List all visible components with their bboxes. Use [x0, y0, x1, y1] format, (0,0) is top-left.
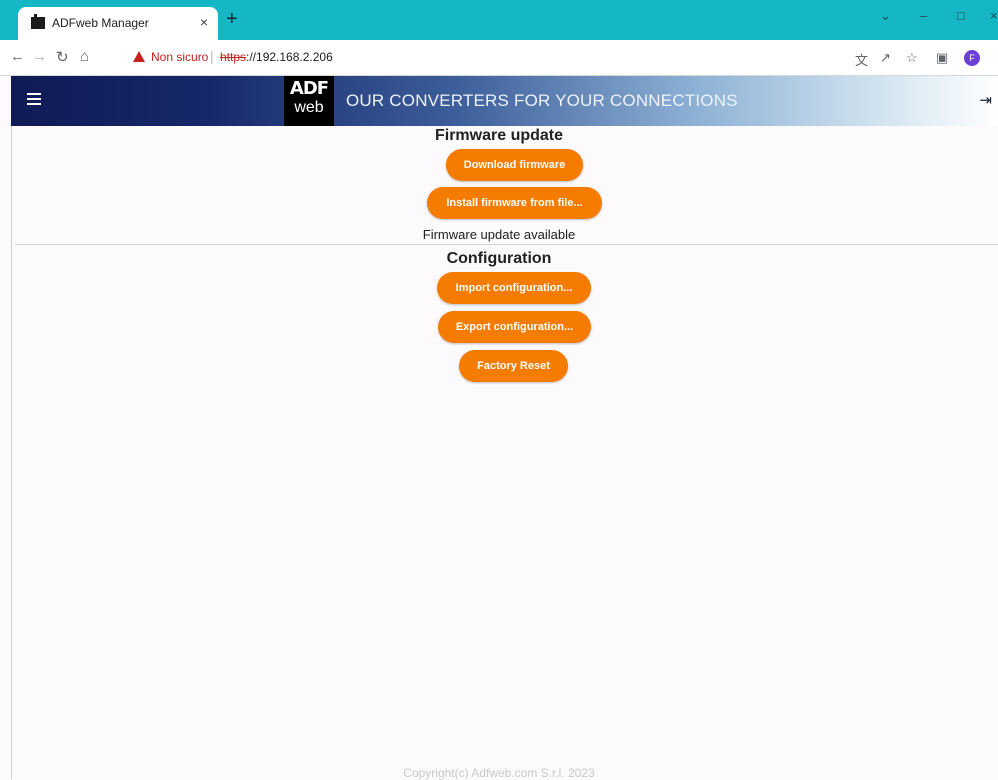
browser-tab[interactable]: ADFweb Manager × [18, 7, 218, 40]
translate-icon[interactable]: 文 [855, 50, 868, 69]
configuration-section-title: Configuration [446, 250, 552, 267]
section-divider [15, 244, 998, 245]
url-scheme: https [220, 50, 247, 64]
home-icon[interactable]: ⌂ [80, 48, 89, 65]
logo-bottom-text: web [294, 99, 324, 116]
header-tagline: OUR CONVERTERS FOR YOUR CONNECTIONS [346, 91, 738, 110]
firmware-section-title: Firmware update [434, 127, 564, 144]
tab-search-chevron-icon[interactable]: ⌄ [880, 8, 891, 24]
warning-icon[interactable] [133, 51, 145, 62]
close-window-icon[interactable]: × [990, 8, 998, 23]
share-icon[interactable]: ↗ [880, 50, 891, 66]
tab-close-icon[interactable]: × [200, 14, 208, 30]
app-header: ADF web OUR CONVERTERS FOR YOUR CONNECTI… [11, 76, 998, 126]
new-tab-button[interactable]: + [226, 8, 238, 30]
hamburger-menu-icon[interactable] [27, 93, 41, 105]
maximize-icon[interactable]: □ [957, 8, 965, 23]
bookmark-star-icon[interactable]: ☆ [906, 50, 918, 66]
footer-copyright: Copyright(c) Adfweb.com S.r.l. 2023 [403, 766, 595, 780]
export-configuration-button[interactable]: Export configuration... [438, 311, 591, 343]
install-firmware-button[interactable]: Install firmware from file... [427, 187, 602, 219]
profile-avatar[interactable]: F [964, 50, 980, 66]
firmware-update-status: Firmware update available [422, 227, 576, 242]
tab-title: ADFweb Manager [52, 16, 149, 30]
adfweb-favicon-icon [31, 14, 45, 29]
adfweb-logo: ADF web [284, 76, 334, 126]
forward-icon[interactable]: → [32, 48, 47, 65]
browser-toolbar: ← → ↻ ⌂ Non sicuro | https://192.168.2.2… [0, 40, 998, 76]
import-configuration-button[interactable]: Import configuration... [437, 272, 591, 304]
side-panel-icon[interactable]: ▣ [936, 50, 948, 66]
browser-tab-strip: ADFweb Manager × + ⌄ – □ × [0, 0, 998, 40]
url-host: ://192.168.2.206 [246, 50, 333, 64]
content-left-border [11, 126, 12, 779]
logo-top-text: ADF [289, 78, 329, 99]
logout-icon[interactable]: ⇥ [979, 91, 992, 109]
security-warning-label[interactable]: Non sicuro [151, 50, 208, 64]
address-bar-url[interactable]: https://192.168.2.206 [220, 50, 333, 64]
reload-icon[interactable]: ↻ [56, 48, 69, 66]
back-icon[interactable]: ← [10, 48, 25, 65]
url-separator: | [210, 48, 214, 64]
minimize-icon[interactable]: – [920, 8, 927, 23]
factory-reset-button[interactable]: Factory Reset [459, 350, 568, 382]
download-firmware-button[interactable]: Download firmware [446, 149, 583, 181]
